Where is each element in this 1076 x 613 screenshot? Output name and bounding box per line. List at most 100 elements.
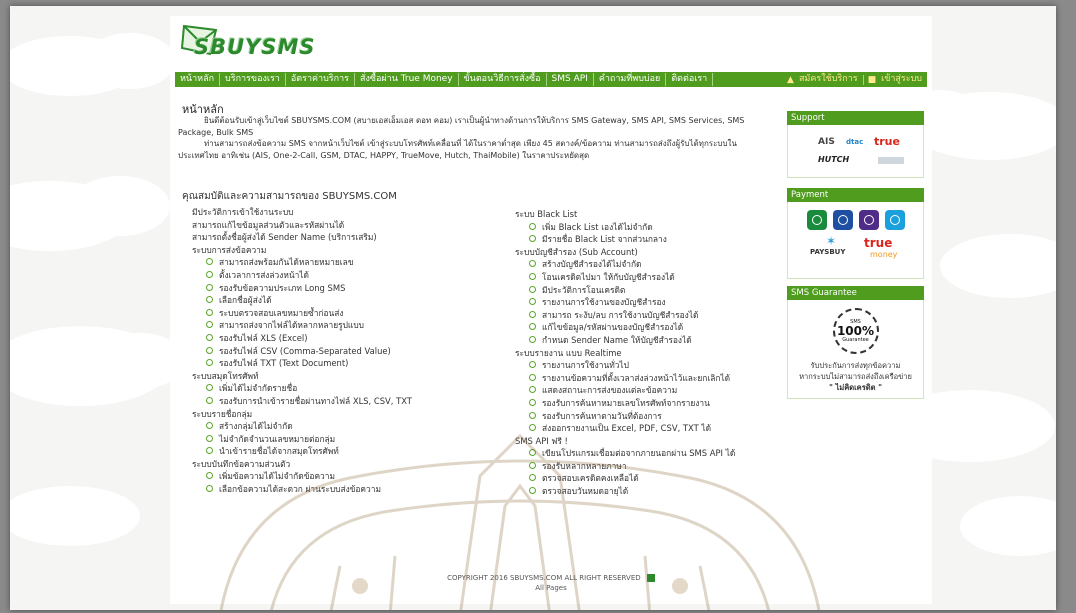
feature-right-item-label: ระบบรายงาน แบบ Realtime — [515, 347, 622, 358]
feature-right-item: ระบบรายงาน แบบ Realtime — [515, 347, 785, 360]
feature-left-item-label: สามารถส่งพร้อมกันได้หลายหมายเลข — [219, 257, 354, 268]
support-title: Support — [787, 111, 924, 125]
feature-right-item: แก้ไขข้อมูล/รหัสผ่านของบัญชีสำรองได้ — [515, 321, 785, 334]
sbuysms-logo[interactable]: SBUYSMS — [180, 20, 320, 64]
feature-left-item-label: สามารถตั้งชื่อผู้ส่งได้ Sender Name (บริ… — [192, 232, 377, 243]
feature-right-item-label: โอนเครดิตไปมา ให้กับบัญชีสำรองได้ — [542, 271, 675, 282]
feature-right-item-label: รายงานการใช้งานทั่วไป — [542, 360, 629, 371]
main-nav: หน้าหลัก บริการของเรา อัตราค่าบริการ สั่… — [175, 72, 927, 87]
bullet-circle-icon — [529, 222, 536, 230]
feature-left-item-label: รองรับไฟล์ XLS (Excel) — [219, 332, 308, 343]
feature-left-item-label: รองรับไฟล์ TXT (Text Document) — [219, 358, 349, 369]
bullet-circle-icon — [206, 296, 213, 304]
nav-faq[interactable]: คำถามที่พบบ่อย — [594, 73, 667, 86]
register-link[interactable]: สมัครใช้บริการ — [794, 73, 863, 86]
bullet-circle-icon — [206, 384, 213, 392]
truemoney-logo-money: money — [870, 250, 898, 259]
guarantee-line-1: รับประกันการส่งทุกข้อความ — [810, 361, 901, 370]
feature-left-item-label: รองรับข้อความประเภท Long SMS — [219, 282, 346, 293]
bullet-circle-icon — [529, 235, 536, 243]
bank-ktb-icon — [884, 210, 905, 230]
guarantee-text: รับประกันการส่งทุกข้อความ หากระบบไม่สามา… — [788, 354, 923, 393]
true-logo: true — [874, 135, 900, 148]
bank-logos — [788, 202, 923, 230]
intro-text: ยินดีต้อนรับเข้าสู่เว็บไซต์ SBUYSMS.COM … — [178, 115, 770, 161]
truemoney-logo-true: true — [864, 236, 893, 250]
feature-right-item-label: แก้ไขข้อมูล/รหัสผ่านของบัญชีสำรองได้ — [542, 322, 684, 333]
feature-right-item: สร้างบัญชีสำรองได้ไม่จำกัด — [515, 258, 785, 271]
feature-left-item-label: ระบบสมุดโทรศัพท์ — [192, 370, 259, 381]
feature-left-item-label: มีประวัติการเข้าใช้งานระบบ — [192, 207, 294, 217]
bullet-circle-icon — [529, 386, 536, 394]
bank-scb-icon — [858, 210, 879, 230]
nav-services[interactable]: บริการของเรา — [220, 73, 286, 86]
feature-right-item: สามารถ ระงับ/ลบ การใช้งานบัญชีสำรองได้ — [515, 309, 785, 322]
bullet-circle-icon — [206, 396, 213, 404]
paysbuy-logo: PAYSBUY — [810, 248, 846, 256]
feature-right-item-label: รายงานข้อความที่ตั้งเวลาส่งล่วงหน้าไว้แล… — [542, 372, 731, 383]
bullet-circle-icon — [529, 272, 536, 280]
nav-home[interactable]: หน้าหลัก — [175, 73, 221, 86]
feature-right-item: มีประวัติการโอนเครดิต — [515, 284, 785, 297]
feature-left-item: เลือกชื่อผู้ส่งได้ — [192, 294, 502, 307]
logo-text: SBUYSMS — [194, 35, 316, 59]
paysbuy-star-icon: ✶ — [826, 234, 837, 248]
feature-left-item: สามารถส่งพร้อมกันได้หลายหมายเลข — [192, 256, 502, 269]
user-icon: ▲ — [787, 74, 794, 85]
feature-left-item: ตั้งเวลาการส่งล่วงหน้าได้ — [192, 269, 502, 282]
feature-left-item: รองรับการนำเข้ารายชื่อผ่านทางไฟล์ XLS, C… — [192, 395, 502, 408]
feature-left-item-label: รองรับไฟล์ CSV (Comma-Separated Value) — [219, 345, 391, 356]
nav-sms-api[interactable]: SMS API — [547, 73, 594, 86]
payment-title: Payment — [787, 188, 924, 202]
feature-left-item-label: สามารถส่งจากไฟล์ได้หลากหลายรูปแบบ — [219, 320, 364, 331]
nav-truemoney[interactable]: สั่งซื้อผ่าน True Money — [355, 73, 459, 86]
bullet-circle-icon — [529, 285, 536, 293]
feature-left-item: เพิ่มได้ไม่จำกัดรายชื่อ — [192, 382, 502, 395]
feature-right-item-label: รองรับการค้นหาหมายเลขโทรศัพท์จากรายงาน — [542, 397, 710, 408]
bullet-circle-icon — [206, 283, 213, 291]
feature-right-item: รายงานข้อความที่ตั้งเวลาส่งล่วงหน้าไว้แล… — [515, 372, 785, 385]
badge-percent: 100% — [836, 324, 875, 338]
bullet-circle-icon — [529, 260, 536, 268]
intro-paragraph-2: ท่านสามารถส่งข้อความ SMS จากหน้าเว็บไซต์… — [178, 139, 737, 160]
feature-left-item: รองรับข้อความประเภท Long SMS — [192, 282, 502, 295]
feature-left-item-label: ระบบตรวจสอบเลขหมายซ้ำก่อนส่ง — [219, 307, 344, 318]
guarantee-body: SMS 100% Guarantee รับประกันการส่งทุกข้อ… — [787, 300, 924, 399]
feature-left-item: มีประวัติการเข้าใช้งานระบบ — [192, 206, 502, 219]
bullet-circle-icon — [529, 361, 536, 369]
guarantee-title: SMS Guarantee — [787, 286, 924, 300]
feature-right-item: มีรายชื่อ Black List จากส่วนกลาง — [515, 233, 785, 246]
feature-right-item: รายงานการใช้งานของบัญชีสำรอง — [515, 296, 785, 309]
login-link[interactable]: เข้าสู่ระบบ — [876, 73, 927, 86]
feature-right-item-label: ระบบ Black List — [515, 209, 578, 219]
printed-page: SBUYSMS หน้าหลัก บริการของเรา อัตราค่าบร… — [10, 6, 1056, 610]
nav-pricing[interactable]: อัตราค่าบริการ — [286, 73, 355, 86]
feature-right-item: แสดงสถานะการส่งของแต่ละข้อความ — [515, 384, 785, 397]
nav-contact[interactable]: ติดต่อเรา — [666, 73, 714, 86]
nav-how-to-order[interactable]: ขั้นตอนวิธีการสั่งซื้อ — [459, 73, 547, 86]
badge-bottom-text: Guarantee — [842, 337, 869, 343]
feature-left-item: สามารถตั้งชื่อผู้ส่งได้ Sender Name (บริ… — [192, 231, 502, 244]
feature-left-item: สามารถส่งจากไฟล์ได้หลากหลายรูปแบบ — [192, 319, 502, 332]
bullet-circle-icon — [529, 323, 536, 331]
feature-right-item-label: มีรายชื่อ Black List จากส่วนกลาง — [542, 234, 667, 245]
bullet-circle-icon — [529, 310, 536, 318]
feature-left-item: ระบบสมุดโทรศัพท์ — [192, 370, 502, 383]
guarantee-badge-icon: SMS 100% Guarantee — [832, 308, 879, 354]
feature-left-item-label: ตั้งเวลาการส่งล่วงหน้าได้ — [219, 269, 309, 280]
bullet-circle-icon — [529, 373, 536, 381]
feature-right-item-label: ระบบบัญชีสำรอง (Sub Account) — [515, 246, 638, 257]
feature-right-item: รองรับการค้นหาหมายเลขโทรศัพท์จากรายงาน — [515, 397, 785, 410]
wallet-logos: PAYSBUY ✶ true money — [788, 230, 923, 270]
hutch-logo: HUTCH — [818, 155, 850, 164]
bullet-circle-icon — [206, 346, 213, 354]
nav-account-links: ▲ สมัครใช้บริการ ■ เข้าสู่ระบบ — [787, 73, 927, 86]
ais-logo: AIS — [818, 137, 835, 147]
bullet-circle-icon — [206, 258, 213, 266]
bullet-circle-icon — [206, 321, 213, 329]
lock-icon: ■ — [867, 74, 877, 85]
bank-bbl-icon — [832, 210, 853, 230]
feature-right-item-label: สามารถ ระงับ/ลบ การใช้งานบัญชีสำรองได้ — [542, 309, 699, 320]
feature-right-item: เพิ่ม Black List เองได้ไม่จำกัด — [515, 221, 785, 234]
carrier-logos: AIS dtac true HUTCH — [787, 125, 924, 178]
